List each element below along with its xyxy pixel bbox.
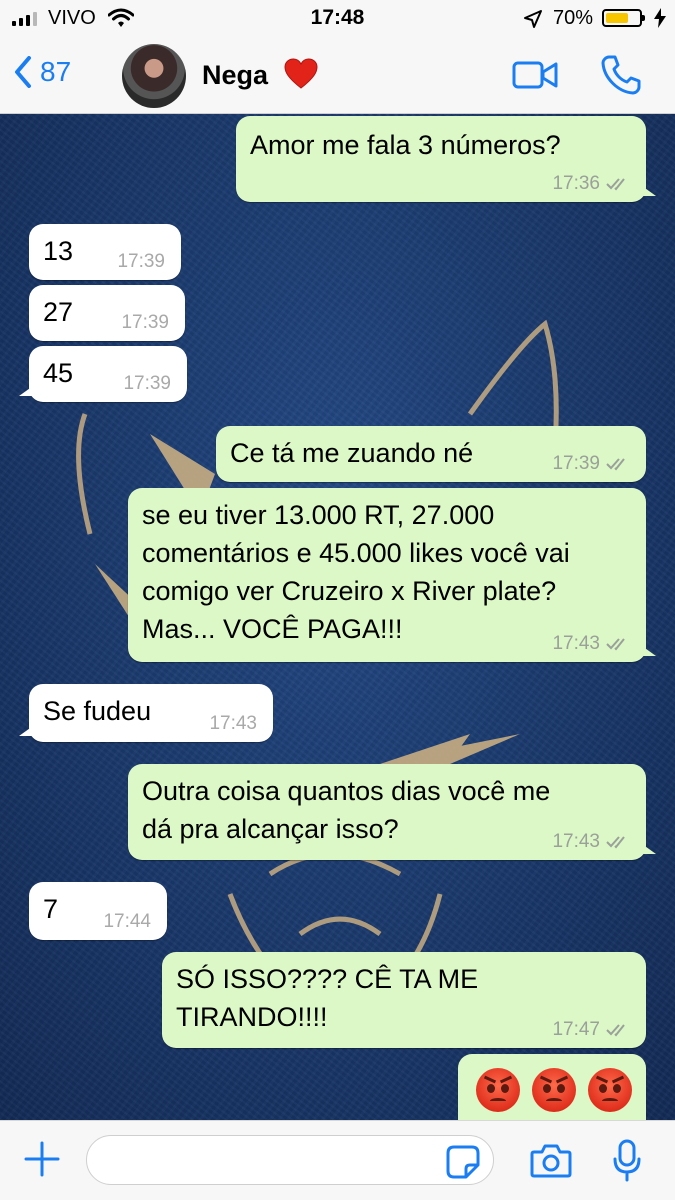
battery-icon (602, 9, 645, 27)
bubble-tail (642, 186, 656, 196)
outgoing-message[interactable]: SÓ ISSO???? CÊ TA ME TIRANDO!!!! 17:47 (162, 952, 646, 1048)
message-line: Mas... VOCÊ PAGA!!! (142, 614, 403, 644)
pouting-face-icon (532, 1068, 576, 1112)
microphone-button[interactable] (612, 1139, 642, 1188)
outgoing-message[interactable]: Amor me fala 3 números? 17:36 (236, 116, 656, 202)
message-meta: 17:39 (552, 454, 630, 474)
message-input[interactable] (86, 1135, 494, 1185)
phone-icon (601, 55, 641, 95)
message-line: dá pra alcançar isso? (142, 814, 399, 844)
outgoing-message[interactable]: Outra coisa quantos dias você me dá pra … (128, 764, 656, 860)
message-time: 17:39 (121, 312, 169, 333)
chat-area[interactable]: Amor me fala 3 números? 17:36 13 17:39 2… (0, 114, 675, 1120)
outgoing-message[interactable]: Ce tá me zuando né 17:39 (216, 426, 646, 482)
message-time: 17:43 (552, 633, 600, 654)
double-check-icon (606, 178, 625, 191)
unread-count: 87 (40, 56, 72, 87)
plus-icon (24, 1141, 60, 1177)
double-check-icon (606, 638, 625, 651)
chat-header: 87 Nega (0, 38, 675, 114)
message-meta: 17:36 (552, 174, 630, 194)
incoming-message[interactable]: Se fudeu 17:43 (19, 684, 273, 742)
double-check-icon (606, 836, 625, 849)
camera-button[interactable] (530, 1143, 572, 1184)
chevron-left-icon (15, 56, 31, 88)
sticker-button[interactable] (446, 1145, 480, 1184)
status-bar: VIVO 17:48 70% (0, 0, 675, 38)
outgoing-message[interactable]: se eu tiver 13.000 RT, 27.000 comentário… (128, 488, 656, 662)
outgoing-message[interactable] (458, 1054, 646, 1120)
message-text: 13 (43, 236, 74, 266)
location-arrow-icon (523, 9, 543, 35)
incoming-message[interactable]: 7 17:44 (29, 882, 167, 940)
message-meta: 17:39 (117, 252, 165, 272)
contact-avatar[interactable] (122, 44, 186, 108)
message-text: 45 (43, 358, 74, 388)
message-meta: 17:44 (103, 912, 151, 932)
message-meta: 17:39 (123, 374, 171, 394)
battery-percent: 70% (553, 7, 594, 29)
message-meta: 17:43 (209, 714, 257, 734)
message-line: SÓ ISSO???? CÊ TA ME (176, 964, 479, 994)
microphone-icon (613, 1139, 641, 1182)
attach-button[interactable] (24, 1141, 60, 1182)
pouting-face-icon (476, 1068, 520, 1112)
bubble-tail (642, 844, 656, 854)
message-text: Se fudeu (43, 696, 152, 726)
voice-call-button[interactable] (600, 54, 642, 101)
emoji-row (476, 1068, 644, 1112)
double-check-icon (606, 458, 625, 471)
message-meta: 17:39 (121, 313, 169, 333)
message-text: 27 (43, 297, 74, 327)
bubble-tail (19, 726, 33, 736)
message-line: Outra coisa quantos dias você me (142, 776, 551, 806)
message-line: se eu tiver 13.000 RT, 27.000 (142, 500, 495, 530)
incoming-message[interactable]: 45 17:39 (19, 346, 187, 402)
message-time: 17:47 (552, 1019, 600, 1040)
message-text: Amor me fala 3 números? (250, 130, 561, 160)
composer-bar (0, 1120, 675, 1200)
message-line: comentários e 45.000 likes você vai (142, 538, 570, 568)
video-camera-icon (512, 61, 558, 89)
message-meta: 17:43 (552, 832, 630, 852)
incoming-message[interactable]: 13 17:39 (29, 224, 181, 280)
message-time: 17:36 (552, 173, 600, 194)
message-time: 17:43 (552, 831, 600, 852)
message-text: 7 (43, 894, 59, 924)
double-check-icon (606, 1024, 625, 1037)
message-meta: 17:47 (552, 1020, 630, 1040)
message-time: 17:39 (552, 453, 600, 474)
red-heart-icon (284, 58, 318, 95)
bubble-tail (642, 646, 656, 656)
message-text: Ce tá me zuando né (230, 438, 474, 468)
message-time: 17:43 (209, 713, 257, 734)
back-button[interactable]: 87 (14, 56, 71, 88)
message-time: 17:44 (103, 911, 151, 932)
message-line: comigo ver Cruzeiro x River plate? (142, 576, 557, 606)
bubble-tail (19, 386, 33, 396)
message-meta: 17:43 (552, 634, 630, 654)
contact-name[interactable]: Nega (202, 60, 268, 91)
sticker-icon (446, 1145, 480, 1179)
charging-bolt-icon (654, 8, 666, 34)
message-time: 17:39 (117, 251, 165, 272)
message-line: TIRANDO!!!! (176, 1002, 328, 1032)
message-time: 17:39 (123, 373, 171, 394)
video-call-button[interactable] (512, 60, 558, 95)
incoming-message[interactable]: 27 17:39 (29, 285, 185, 341)
pouting-face-icon (588, 1068, 632, 1112)
camera-icon (530, 1144, 572, 1178)
